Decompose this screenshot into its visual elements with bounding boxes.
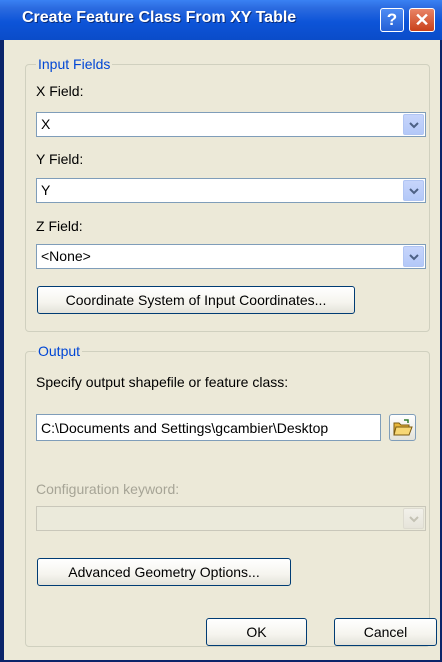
chevron-down-icon[interactable] (403, 114, 424, 135)
z-field-label: Z Field: (36, 218, 83, 234)
help-button[interactable]: ? (380, 8, 404, 32)
configuration-keyword-label: Configuration keyword: (36, 481, 180, 497)
chevron-down-icon[interactable] (403, 246, 424, 267)
x-field-value: X (41, 116, 51, 132)
window-title: Create Feature Class From XY Table (22, 9, 297, 26)
browse-folder-button[interactable] (389, 414, 416, 441)
ok-button[interactable]: OK (206, 618, 307, 646)
chevron-down-icon[interactable] (403, 180, 424, 201)
chevron-down-icon[interactable] (403, 508, 424, 529)
cancel-button[interactable]: Cancel (334, 618, 437, 646)
configuration-keyword-select[interactable] (36, 506, 426, 531)
title-bar[interactable]: Create Feature Class From XY Table ? ✕ (0, 0, 442, 40)
advanced-geometry-options-button[interactable]: Advanced Geometry Options... (37, 558, 291, 586)
input-fields-legend: Input Fields (36, 56, 113, 72)
specify-output-label: Specify output shapefile or feature clas… (36, 374, 289, 390)
open-folder-icon (393, 419, 413, 436)
output-path-field[interactable] (37, 415, 380, 440)
dialog-body: Input Fields X Field: X Y Field: Y Z Fie… (4, 40, 440, 660)
close-button[interactable]: ✕ (409, 8, 435, 32)
output-group: Output (25, 343, 430, 647)
y-field-select[interactable]: Y (36, 178, 426, 203)
output-path-input[interactable] (36, 414, 381, 441)
z-field-value: <None> (41, 248, 91, 264)
y-field-label: Y Field: (36, 151, 84, 167)
y-field-value: Y (41, 182, 51, 198)
coordinate-system-button[interactable]: Coordinate System of Input Coordinates..… (37, 286, 355, 314)
help-icon: ? (386, 10, 398, 29)
z-field-select[interactable]: <None> (36, 244, 426, 269)
dialog-window: Create Feature Class From XY Table ? ✕ I… (0, 0, 442, 662)
close-icon: ✕ (414, 10, 430, 30)
output-legend: Output (36, 343, 83, 359)
x-field-label: X Field: (36, 83, 84, 99)
x-field-select[interactable]: X (36, 112, 426, 137)
